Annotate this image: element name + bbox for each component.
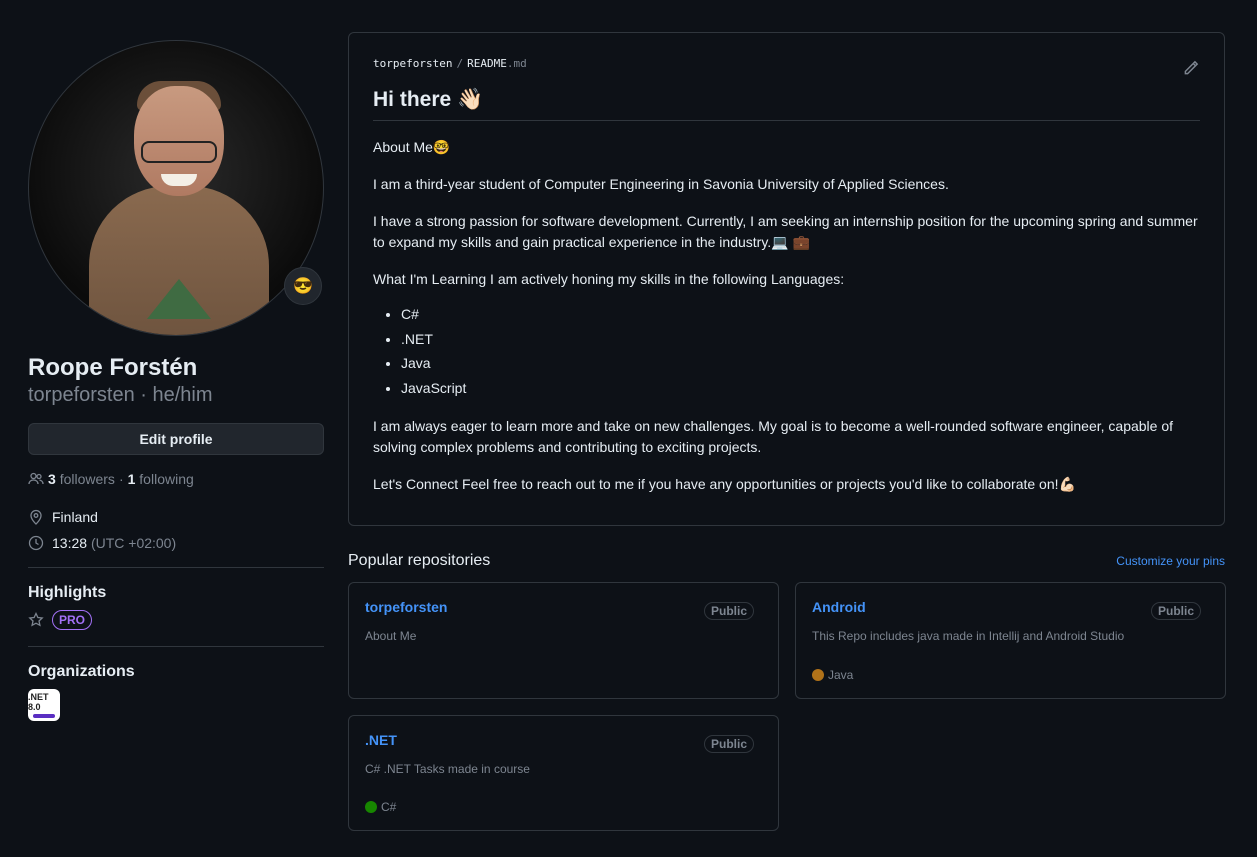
org-logo-text: .NET 8.0 xyxy=(28,692,49,712)
visibility-badge: Public xyxy=(703,602,754,620)
organizations-title: Organizations xyxy=(28,663,135,680)
org-dotnet-logo[interactable]: .NET 8.0 xyxy=(28,689,60,721)
repo-link[interactable]: torpeforsten xyxy=(365,599,447,615)
list-item: C# xyxy=(401,302,1200,327)
repo-description: C# .NET Tasks made in course xyxy=(365,762,530,776)
popular-title: Popular repositories xyxy=(348,552,491,569)
clock-icon xyxy=(28,535,44,551)
language-color-dot xyxy=(812,669,824,681)
repo-description: This Repo includes java made in Intellij… xyxy=(812,629,1125,643)
list-item: Java xyxy=(401,351,1200,376)
readme-path-separator: / xyxy=(456,57,464,70)
location-text: Finland xyxy=(52,509,98,525)
readme-student: I am a third-year student of Computer En… xyxy=(373,176,949,192)
readme-box: torpeforsten / README.md Hi there 👋🏻 Abo… xyxy=(348,32,1225,526)
avatar-glasses xyxy=(141,141,217,163)
pro-badge[interactable]: PRO xyxy=(52,610,93,630)
popular-header: Popular repositories Customize your pins xyxy=(348,552,1225,570)
readme-path-ext: .md xyxy=(506,57,527,70)
readme-connect: Let's Connect Feel free to reach out to … xyxy=(373,476,1076,492)
followers-count: 3 xyxy=(48,471,56,487)
following-count: 1 xyxy=(127,471,136,487)
pencil-icon[interactable] xyxy=(1182,59,1200,77)
divider xyxy=(28,567,324,568)
edit-profile-button[interactable]: Edit profile xyxy=(28,423,324,455)
repo-language: Java xyxy=(812,668,853,682)
highlights-title: Highlights xyxy=(28,584,107,601)
profile-sidebar: 😎 Roope Forstén torpeforsten · he/him Ed… xyxy=(28,40,324,721)
profile-name: Roope Forstén xyxy=(28,354,198,381)
repo-description: About Me xyxy=(365,629,417,643)
readme-path-user[interactable]: torpeforsten xyxy=(373,57,452,70)
language-color-dot xyxy=(365,801,377,813)
list-item: JavaScript xyxy=(401,376,1200,401)
location-row: Finland xyxy=(28,509,324,525)
people-icon xyxy=(28,472,44,485)
readme-path-file: README xyxy=(467,57,507,70)
avatar-mountain xyxy=(147,279,211,319)
readme-path: torpeforsten / README.md xyxy=(373,57,1200,70)
followers-link[interactable]: 3 followers xyxy=(48,471,115,487)
avatar[interactable] xyxy=(28,40,324,336)
profile-login: torpeforsten · he/him xyxy=(28,384,213,406)
status-button[interactable]: 😎 xyxy=(284,267,322,305)
org-logo-bar xyxy=(33,714,55,718)
divider xyxy=(28,646,324,647)
readme-heading: Hi there 👋🏻 xyxy=(373,88,1200,121)
star-icon xyxy=(28,612,44,627)
visibility-badge: Public xyxy=(1150,602,1201,620)
follow-stats: 3 followers · 1 following xyxy=(28,471,324,487)
visibility-badge: Public xyxy=(703,735,754,753)
status-emoji: 😎 xyxy=(293,278,313,295)
repo-link[interactable]: .NET xyxy=(365,732,397,748)
repo-card: torpeforsten Public About Me xyxy=(348,582,779,699)
readme-goal: I am always eager to learn more and take… xyxy=(373,418,1174,455)
readme-about: About Me🤓 xyxy=(373,139,451,155)
location-icon xyxy=(30,509,42,525)
language-list: C# .NET Java JavaScript xyxy=(373,302,1200,400)
following-link[interactable]: 1 following xyxy=(128,471,194,487)
time-row: 13:28 (UTC +02:00) xyxy=(28,535,324,551)
list-item: .NET xyxy=(401,327,1200,352)
following-label: following xyxy=(139,471,194,487)
local-time: 13:28 xyxy=(52,535,88,551)
timezone: (UTC +02:00) xyxy=(90,535,177,551)
highlights-row: PRO xyxy=(28,610,324,630)
avatar-wrapper: 😎 xyxy=(28,40,324,336)
repo-card: Android Public This Repo includes java m… xyxy=(795,582,1226,699)
readme-learning: What I'm Learning I am actively honing m… xyxy=(373,271,845,287)
customize-pins-link[interactable]: Customize your pins xyxy=(1116,554,1225,568)
language-name: Java xyxy=(828,668,854,682)
repo-card: .NET Public C# .NET Tasks made in course… xyxy=(348,715,779,831)
follow-separator: · xyxy=(118,471,124,487)
language-name: C# xyxy=(381,800,397,814)
repo-language: C# xyxy=(365,800,396,814)
followers-label: followers xyxy=(59,471,115,487)
repo-link[interactable]: Android xyxy=(812,599,866,615)
readme-passion: I have a strong passion for software dev… xyxy=(373,213,1198,250)
